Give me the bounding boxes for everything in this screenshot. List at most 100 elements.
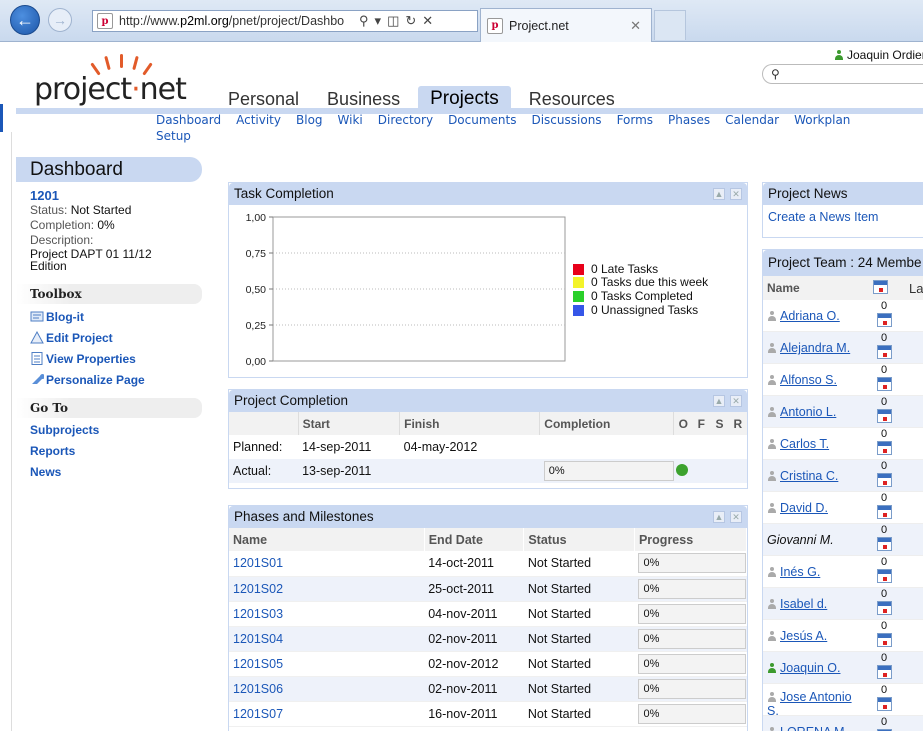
nav-personal[interactable]: Personal <box>218 86 309 110</box>
subnav-dashboard[interactable]: Dashboard <box>156 113 221 127</box>
table-row: 1201S03 04-nov-2011 Not Started 0% <box>229 601 747 627</box>
nav-projects[interactable]: Projects <box>418 86 511 110</box>
phase-name-link[interactable]: 1201S05 <box>229 651 425 677</box>
project-net-logo[interactable]: project·net <box>34 50 187 107</box>
member-icon <box>767 599 777 609</box>
subnav-calendar[interactable]: Calendar <box>725 113 779 127</box>
member-name-link[interactable]: Antonio L. <box>767 405 863 419</box>
calendar-icon[interactable] <box>877 473 892 487</box>
member-icon <box>767 503 777 513</box>
nav-business[interactable]: Business <box>317 86 410 110</box>
subnav-setup[interactable]: Setup <box>156 129 191 143</box>
tab-close-icon[interactable]: ✕ <box>630 18 641 34</box>
collapse-icon[interactable]: ▲ <box>713 511 725 523</box>
collapse-icon[interactable]: ▲ <box>713 395 725 407</box>
address-bar[interactable]: p http://www.p2ml.org/pnet/project/Dashb… <box>92 10 478 32</box>
back-button[interactable]: ← <box>10 5 40 35</box>
legend-swatch <box>573 276 584 288</box>
team-member-row: Alfonso S. 0 <box>763 364 923 396</box>
subnav-forms[interactable]: Forms <box>617 113 653 127</box>
actual-row: Actual: 13-sep-2011 0% <box>229 459 747 483</box>
nav-resources[interactable]: Resources <box>519 86 625 110</box>
member-name-link[interactable]: Jose Antonio S. <box>767 690 863 718</box>
search-input[interactable]: ⚲ <box>762 64 923 84</box>
calendar-icon[interactable] <box>877 537 892 551</box>
member-name-link[interactable]: Adriana O. <box>767 309 863 323</box>
calendar-icon[interactable] <box>877 505 892 519</box>
team-member-row: Jose Antonio S. 0 <box>763 684 923 718</box>
member-name-link[interactable]: LORENA M. <box>767 725 863 731</box>
phase-name-link[interactable]: 1201S02 <box>229 576 425 602</box>
phase-name-link[interactable]: 1201S06 <box>229 676 425 702</box>
subnav-activity[interactable]: Activity <box>236 113 281 127</box>
member-task-count: 0 <box>881 396 888 408</box>
close-icon[interactable]: ✕ <box>730 511 742 523</box>
dropdown-icon[interactable]: ▾ <box>375 13 382 29</box>
col-progress[interactable]: Progress <box>634 528 748 551</box>
reports-link[interactable]: Reports <box>30 444 202 460</box>
compatibility-icon[interactable]: ◫ <box>387 13 399 29</box>
subnav-blog[interactable]: Blog <box>296 113 323 127</box>
browser-tab[interactable]: p Project.net ✕ <box>480 8 652 42</box>
phase-name-link[interactable]: 1201S04 <box>229 626 425 652</box>
phase-name-link[interactable]: 1201S01 <box>229 551 425 577</box>
blog-it-link[interactable]: Blog-it <box>30 308 202 325</box>
col-end-date[interactable]: End Date <box>424 528 525 551</box>
subnav-discussions[interactable]: Discussions <box>531 113 601 127</box>
subnav-directory[interactable]: Directory <box>378 113 433 127</box>
col-name[interactable]: Name <box>229 528 425 551</box>
calendar-icon[interactable] <box>877 569 892 583</box>
member-name-link[interactable]: Alfonso S. <box>767 373 863 387</box>
calendar-icon[interactable] <box>877 697 892 711</box>
col-status[interactable]: Status <box>523 528 635 551</box>
col-last[interactable]: La <box>909 281 923 296</box>
member-name-link[interactable]: Giovanni M. <box>767 533 863 547</box>
phase-name-link[interactable]: 1201S03 <box>229 601 425 627</box>
table-row: 1201S06 02-nov-2011 Not Started 0% <box>229 676 747 702</box>
subnav-wiki[interactable]: Wiki <box>338 113 363 127</box>
phase-name-link[interactable]: 1201S07 <box>229 701 425 727</box>
member-name-link[interactable]: Carlos T. <box>767 437 863 451</box>
phase-end-date: 04-nov-2011 <box>424 601 524 627</box>
subnav-workplan[interactable]: Workplan <box>794 113 850 127</box>
view-properties-link[interactable]: View Properties <box>30 350 202 367</box>
calendar-icon[interactable] <box>877 377 892 391</box>
refresh-icon[interactable]: ↻ <box>405 13 416 29</box>
calendar-icon[interactable] <box>877 441 892 455</box>
calendar-icon[interactable] <box>877 601 892 615</box>
calendar-icon[interactable] <box>877 313 892 327</box>
calendar-icon[interactable] <box>877 345 892 359</box>
search-icon[interactable]: ⚲ <box>359 13 369 29</box>
panel-header: Project Team : 24 Membe <box>763 250 923 276</box>
new-tab-button[interactable] <box>654 10 686 40</box>
subprojects-link[interactable]: Subprojects <box>30 423 202 439</box>
personalize-page-link[interactable]: Personalize Page <box>30 371 202 388</box>
create-news-link[interactable]: Create a News Item <box>763 205 923 224</box>
stop-icon[interactable]: ✕ <box>422 13 433 29</box>
col-name[interactable]: Name <box>767 281 800 295</box>
close-icon[interactable]: ✕ <box>730 395 742 407</box>
project-id-link[interactable]: 1201 <box>30 188 202 203</box>
calendar-icon[interactable] <box>877 665 892 679</box>
news-link[interactable]: News <box>30 465 202 481</box>
subnav-phases[interactable]: Phases <box>668 113 710 127</box>
subnav-documents[interactable]: Documents <box>448 113 516 127</box>
current-user[interactable]: Joaquin Ordieres <box>834 48 923 62</box>
member-name-link[interactable]: Cristina C. <box>767 469 863 483</box>
member-name-link[interactable]: Jesús A. <box>767 629 863 643</box>
member-task-count: 0 <box>881 460 888 472</box>
member-name-link[interactable]: Isabel d. <box>767 597 863 611</box>
url-text[interactable]: http://www.p2ml.org/pnet/project/Dashbo <box>119 14 351 28</box>
panel-header: Project News <box>763 183 923 205</box>
member-name-link[interactable]: David D. <box>767 501 863 515</box>
member-name-link[interactable]: Joaquin O. <box>767 661 863 675</box>
forward-button[interactable]: → <box>48 8 72 32</box>
close-icon[interactable]: ✕ <box>730 188 742 200</box>
phase-end-date: 16-nov-2011 <box>424 701 524 727</box>
member-name-link[interactable]: Alejandra M. <box>767 341 863 355</box>
collapse-icon[interactable]: ▲ <box>713 188 725 200</box>
calendar-icon[interactable] <box>877 409 892 423</box>
member-name-link[interactable]: Inés G. <box>767 565 863 579</box>
edit-project-link[interactable]: Edit Project <box>30 329 202 346</box>
calendar-icon[interactable] <box>877 633 892 647</box>
